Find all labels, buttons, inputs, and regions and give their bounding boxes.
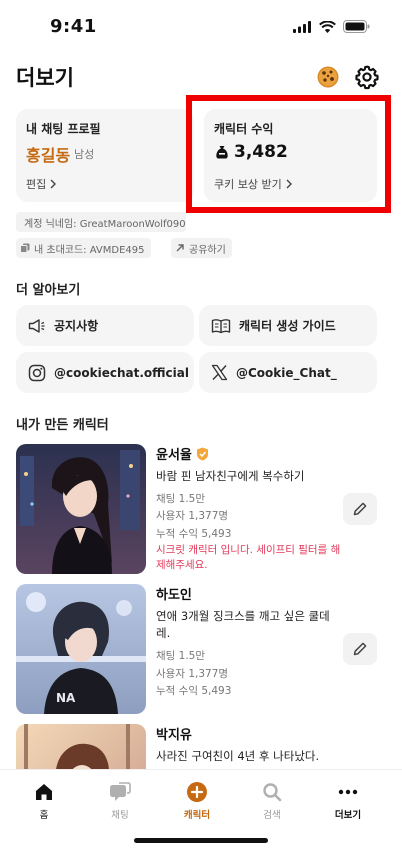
tab-character[interactable]: 캐릭터 xyxy=(167,780,227,821)
cookie-icon[interactable] xyxy=(316,65,340,89)
instagram-label: @cookiechat.official xyxy=(54,365,189,380)
account-nickname: 계정 닉네임: GreatMaroonWolf0907 xyxy=(24,218,186,230)
character-name: 하도인 xyxy=(156,588,192,603)
page-title: 더보기 xyxy=(16,66,74,90)
tab-more[interactable]: 더보기 xyxy=(318,780,378,821)
add-character-icon xyxy=(187,782,207,802)
character-description: 사라진 구여친이 4년 후 나타났다. xyxy=(156,749,320,763)
tab-home[interactable]: 홈 xyxy=(14,780,74,821)
tab-more-label: 더보기 xyxy=(334,810,362,821)
book-icon xyxy=(211,318,231,333)
edit-character-button[interactable] xyxy=(343,633,377,665)
character-card[interactable]: 윤서율 바람 핀 남자친구에게 복수하기 채팅 1.5만 사용자 1,377명 … xyxy=(16,444,386,576)
wifi-icon xyxy=(319,20,336,33)
status-bar: 9:41 xyxy=(0,0,402,56)
status-icons xyxy=(293,20,370,33)
character-users: 사용자 1,377명 xyxy=(156,510,229,522)
safety-filter-warning: 시크릿 캐릭터 입니다. 세이프티 필터를 해제해주세요. xyxy=(156,544,341,571)
highlight-box xyxy=(186,95,391,213)
tab-search-label: 검색 xyxy=(263,810,281,821)
character-name: 윤서율 xyxy=(156,444,209,463)
more-dots-icon xyxy=(338,789,358,795)
character-chats: 채팅 1.5만 xyxy=(156,493,206,505)
profile-card-label: 내 채팅 프로필 xyxy=(26,122,101,136)
character-chats: 채팅 1.5만 xyxy=(156,650,206,662)
profile-gender: 남성 xyxy=(74,148,95,161)
status-time: 9:41 xyxy=(50,16,97,37)
instagram-icon xyxy=(28,364,46,381)
character-card[interactable]: NA 하도인 연애 3개월 징크스를 깨고 싶은 쿨데레. 채팅 1.5만 사용… xyxy=(16,584,386,716)
character-thumbnail[interactable]: NA xyxy=(16,584,146,714)
guide-label: 캐릭터 생성 가이드 xyxy=(239,319,336,333)
notice-button[interactable]: 공지사항 xyxy=(16,305,194,346)
character-name: 박지유 xyxy=(156,728,192,743)
share-label: 공유하기 xyxy=(189,244,226,256)
invite-code: 내 초대코드: AVMDE495 xyxy=(34,244,145,256)
character-name-text: 윤서율 xyxy=(156,448,192,463)
character-description: 연애 3개월 징크스를 깨고 싶은 쿨데레. xyxy=(156,609,330,640)
character-guide-button[interactable]: 캐릭터 생성 가이드 xyxy=(199,305,377,346)
page-header: 더보기 xyxy=(0,60,402,96)
signal-icon xyxy=(293,20,311,33)
home-icon xyxy=(36,784,52,800)
x-account-label: @Cookie_Chat_ xyxy=(236,365,337,380)
tab-home-label: 홈 xyxy=(39,810,49,821)
share-button[interactable]: 공유하기 xyxy=(171,238,232,258)
gear-icon[interactable] xyxy=(354,64,380,90)
copy-icon xyxy=(20,243,30,253)
share-arrow-icon xyxy=(176,244,184,252)
tab-search[interactable]: 검색 xyxy=(242,780,302,821)
svg-text:NA: NA xyxy=(56,691,76,705)
pencil-icon xyxy=(353,502,367,516)
megaphone-icon xyxy=(28,318,45,333)
tab-chat-label: 채팅 xyxy=(111,810,129,821)
account-nickname-chip[interactable]: 계정 닉네임: GreatMaroonWolf0907 xyxy=(16,212,186,232)
character-revenue: 누적 수익 5,493 xyxy=(156,528,232,540)
character-card[interactable]: 박지유 사라진 구여친이 4년 후 나타났다. xyxy=(16,724,386,769)
pencil-icon xyxy=(353,642,367,656)
shield-badge-icon xyxy=(196,447,208,460)
instagram-button[interactable]: @cookiechat.official xyxy=(16,352,194,393)
character-thumbnail[interactable] xyxy=(16,724,146,769)
notice-label: 공지사항 xyxy=(54,319,99,333)
home-indicator xyxy=(134,838,268,843)
chevron-right-icon xyxy=(50,179,57,189)
my-characters-title: 내가 만든 캐릭터 xyxy=(16,418,109,433)
character-description: 바람 핀 남자친구에게 복수하기 xyxy=(156,469,305,483)
search-icon xyxy=(263,783,282,802)
profile-edit-label: 편집 xyxy=(26,178,47,191)
battery-icon xyxy=(343,20,370,33)
x-logo-icon xyxy=(211,364,228,381)
tab-chat[interactable]: 채팅 xyxy=(90,780,150,821)
invite-code-chip[interactable]: 내 초대코드: AVMDE495 xyxy=(16,238,151,258)
chat-profile-card[interactable]: 내 채팅 프로필 홍길동 남성 편집 xyxy=(16,109,194,202)
profile-name: 홍길동 xyxy=(26,146,71,165)
learn-more-title: 더 알아보기 xyxy=(16,283,81,298)
character-revenue: 누적 수익 5,493 xyxy=(156,685,232,697)
tab-character-label: 캐릭터 xyxy=(183,810,211,821)
character-users: 사용자 1,377명 xyxy=(156,668,229,680)
edit-character-button[interactable] xyxy=(343,493,377,525)
x-account-button[interactable]: @Cookie_Chat_ xyxy=(199,352,377,393)
chat-bubble-icon xyxy=(110,782,131,801)
profile-edit-button[interactable]: 편집 xyxy=(26,176,57,192)
character-thumbnail[interactable] xyxy=(16,444,146,574)
